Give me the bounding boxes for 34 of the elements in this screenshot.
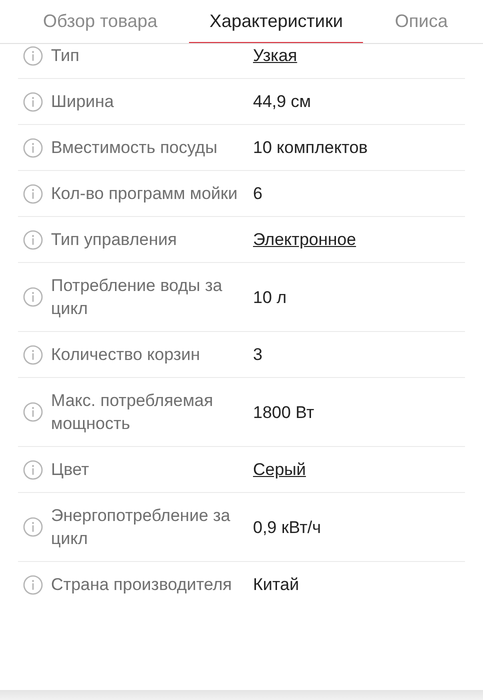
spec-value-link[interactable]: Электронное: [253, 228, 356, 251]
spec-value-link[interactable]: Серый: [253, 458, 306, 481]
info-icon[interactable]: [23, 517, 43, 537]
spec-label: Тип: [51, 45, 80, 67]
spec-value: 44,9 см: [253, 91, 311, 113]
spec-label: Количество корзин: [51, 344, 202, 366]
info-icon[interactable]: [23, 287, 43, 307]
info-icon[interactable]: [23, 230, 43, 250]
spec-value: 0,9 кВт/ч: [253, 516, 321, 538]
spec-label: Тип управления: [51, 229, 178, 251]
spec-label: Энергопотребление за цикл: [51, 505, 232, 550]
info-icon[interactable]: [23, 402, 43, 422]
tab[interactable]: Характеристики: [189, 0, 363, 43]
spec-label: Кол-во программ мойки: [51, 183, 238, 205]
spec-label: Ширина: [51, 91, 115, 113]
spec-label: Макс. потребляемая мощность: [51, 390, 214, 435]
spec-value: 3: [253, 344, 262, 366]
spec-value-link[interactable]: Узкая: [253, 44, 298, 67]
spec-value: 6: [253, 183, 262, 205]
info-icon[interactable]: [23, 46, 43, 66]
info-icon[interactable]: [23, 344, 43, 364]
spec-label: Цвет: [51, 459, 90, 481]
spec-label: Страна производителя: [51, 574, 233, 596]
spec-value: 10 комплектов: [253, 137, 368, 159]
spec-value: Китай: [253, 574, 299, 596]
spec-label: Вместимость посуды: [51, 137, 218, 159]
spec-value: 1800 Вт: [253, 402, 314, 424]
info-icon[interactable]: [23, 92, 43, 112]
info-icon[interactable]: [23, 574, 43, 594]
info-icon[interactable]: [23, 460, 43, 480]
spec-label: Потребление воды за цикл: [51, 275, 224, 320]
info-icon[interactable]: [23, 184, 43, 204]
info-icon[interactable]: [23, 138, 43, 158]
spec-value: 10 л: [253, 286, 287, 308]
